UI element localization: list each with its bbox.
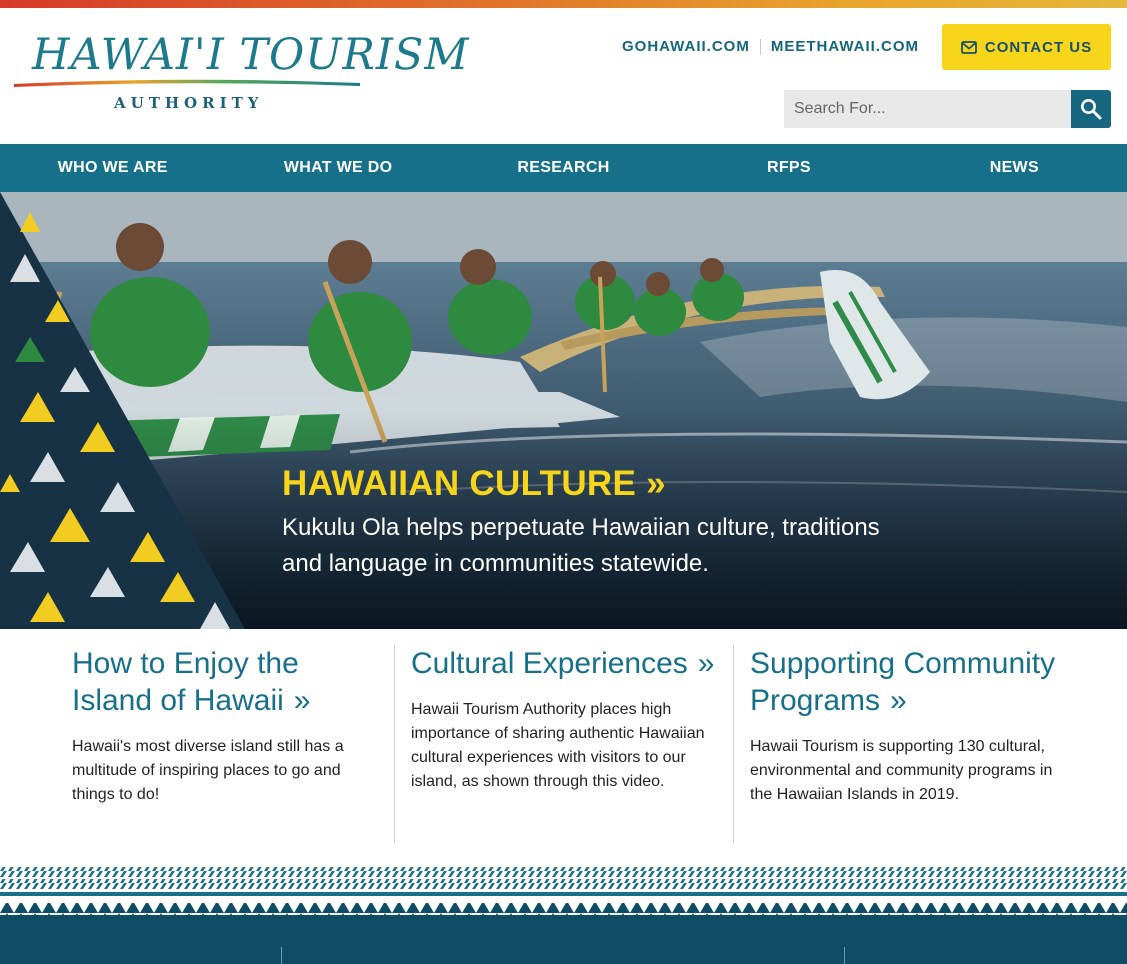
card-title-link[interactable]: How to Enjoy the Island of Hawaii» [72, 645, 372, 719]
decorative-pattern-band [0, 867, 1127, 915]
site-header: HAWAI'I TOURISM AUTHORITY GOHAWAII.COM M… [0, 8, 1127, 144]
site-footer [0, 915, 1127, 964]
gohawaii-link[interactable]: GOHAWAII.COM [622, 38, 750, 55]
nav-item-who-we-are[interactable]: WHO WE ARE [0, 144, 225, 192]
card-title-text: Cultural Experiences [411, 647, 688, 680]
card-title-link[interactable]: Cultural Experiences » [411, 645, 716, 682]
envelope-icon [960, 40, 977, 54]
search-icon [1081, 99, 1102, 120]
chevron-double-right-icon: » [890, 684, 907, 717]
chevron-double-right-icon: » [293, 684, 311, 717]
hero-description: Kukulu Ola helps perpetuate Hawaiian cul… [282, 514, 880, 577]
contact-us-label: CONTACT US [984, 38, 1093, 56]
hawaii-tourism-logo[interactable]: HAWAI'I TOURISM AUTHORITY [14, 30, 468, 120]
meethawaii-link[interactable]: MEETHAWAII.COM [771, 38, 919, 55]
search-button[interactable] [1071, 90, 1111, 128]
card-cultural-experiences: Cultural Experiences » Hawaii Tourism Aut… [411, 645, 716, 843]
nav-item-research[interactable]: RESEARCH [451, 144, 676, 192]
link-divider [759, 38, 761, 55]
footer-divider [844, 947, 845, 964]
hero-title-link[interactable]: HAWAIIAN CULTURE » [282, 464, 666, 504]
card-divider [394, 645, 395, 843]
nav-item-news[interactable]: NEWS [902, 144, 1127, 192]
nav-item-rfps[interactable]: RFPS [676, 144, 901, 192]
feature-cards: How to Enjoy the Island of Hawaii» Hawai… [0, 629, 1127, 865]
chevron-double-right-icon: » [697, 647, 715, 680]
search-bar [784, 90, 1111, 128]
card-community-programs: Supporting Community Programs» Hawaii To… [750, 645, 1070, 843]
nav-item-what-we-do[interactable]: WHAT WE DO [225, 144, 450, 192]
card-description: Hawaii Tourism Authority places high imp… [411, 701, 705, 790]
main-navigation: WHO WE ARE WHAT WE DO RESEARCH RFPS NEWS [0, 144, 1127, 192]
card-enjoy-island: How to Enjoy the Island of Hawaii» Hawai… [72, 645, 372, 843]
card-description: Hawaii's most diverse island still has a… [72, 738, 344, 803]
top-gradient-bar [0, 0, 1127, 8]
footer-divider [281, 947, 282, 964]
logo-wordmark: HAWAI'I TOURISM [32, 30, 470, 80]
search-input[interactable] [784, 90, 1071, 128]
contact-us-button[interactable]: CONTACT US [942, 24, 1111, 70]
logo-swoosh [14, 79, 360, 87]
card-description: Hawaii Tourism is supporting 130 cultura… [750, 738, 1053, 803]
card-title-text: How to Enjoy the Island of Hawaii [72, 647, 299, 717]
utility-links: GOHAWAII.COM MEETHAWAII.COM [622, 38, 919, 55]
logo-subtitle: AUTHORITY [114, 94, 264, 112]
card-title-link[interactable]: Supporting Community Programs» [750, 645, 1070, 719]
hero-banner[interactable]: HAWAIIAN CULTURE » Kukulu Ola helps perp… [0, 192, 1127, 629]
card-divider [733, 645, 734, 843]
